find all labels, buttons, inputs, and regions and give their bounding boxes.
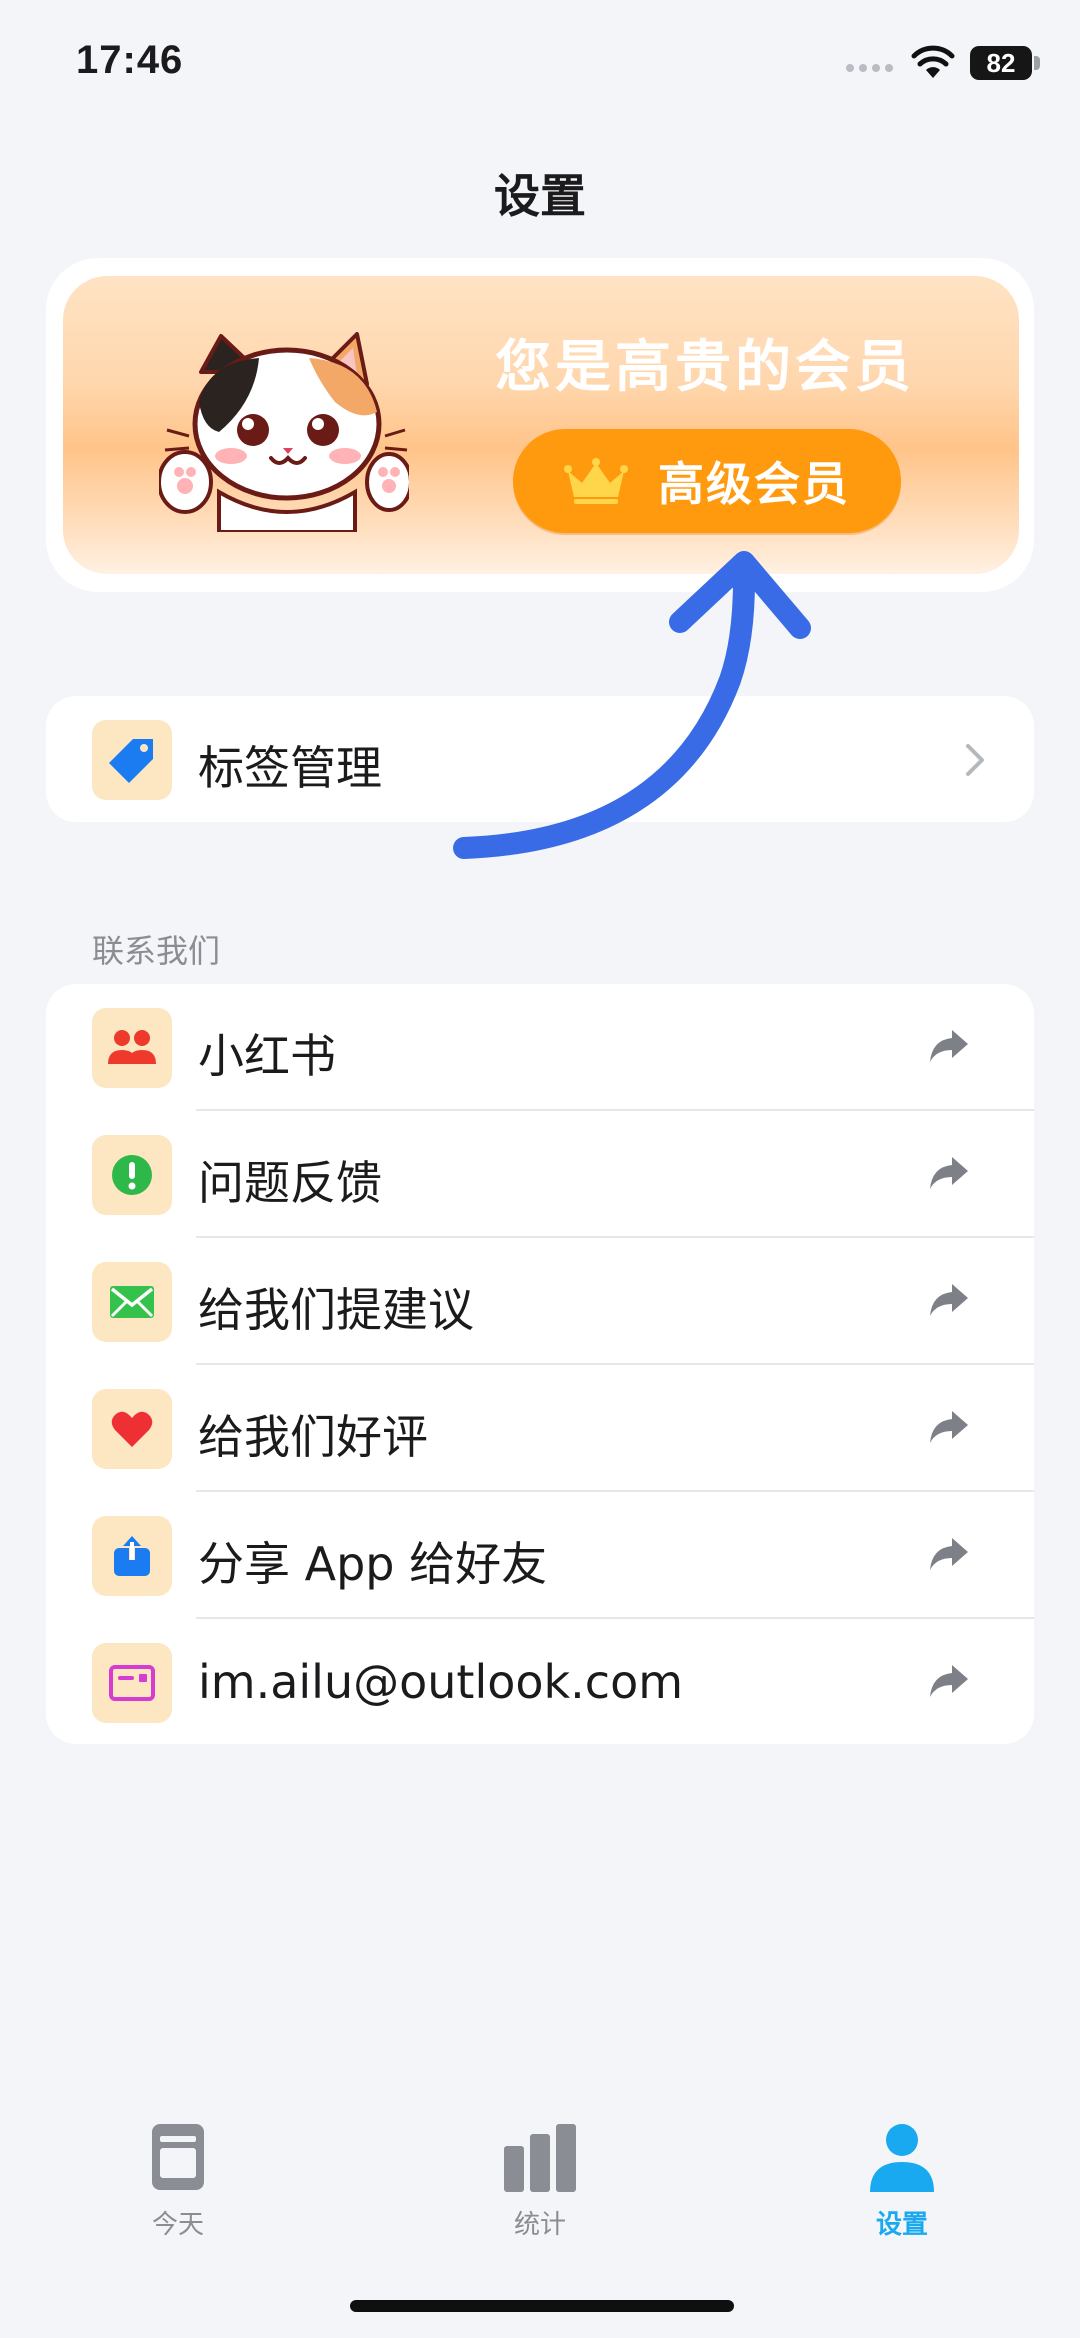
- member-title: 您是高贵的会员: [495, 335, 915, 400]
- contact-label: 给我们提建议: [198, 1283, 474, 1337]
- contact-section-header: 联系我们: [92, 932, 221, 970]
- share-arrow-icon: [930, 1030, 968, 1062]
- cellular-signal-icon: [846, 64, 896, 74]
- share-arrow-icon: [930, 1157, 968, 1189]
- contact-row-email[interactable]: im.ailu@outlook.com: [46, 1619, 1034, 1746]
- share-arrow-icon: [930, 1411, 968, 1443]
- contact-label: 问题反馈: [198, 1156, 382, 1210]
- contact-card: 小红书 问题反馈 给我们提建议 给我们好评 分享 App 给好友 im.ailu…: [46, 984, 1034, 1744]
- share-arrow-icon: [930, 1284, 968, 1316]
- heart-icon: [111, 1411, 153, 1447]
- mail-card-icon-tile: [92, 1643, 172, 1723]
- chevron-right-icon: [966, 744, 984, 776]
- person-icon: [870, 2124, 934, 2192]
- battery-cap: [1034, 56, 1040, 70]
- contact-label: 给我们好评: [198, 1410, 428, 1464]
- heart-icon-tile: [92, 1389, 172, 1469]
- contact-label: 分享 App 给好友: [198, 1537, 548, 1591]
- tab-today[interactable]: 今天: [78, 2118, 278, 2241]
- annotation-arrow: [453, 551, 811, 859]
- share-icon-tile: [92, 1516, 172, 1596]
- contact-row-share-app[interactable]: 分享 App 给好友: [46, 1492, 1034, 1619]
- contact-row-suggestion[interactable]: 给我们提建议: [46, 1238, 1034, 1365]
- premium-member-label: 高级会员: [658, 457, 850, 511]
- tab-label: 设置: [875, 2210, 928, 2240]
- share-icon: [114, 1536, 150, 1576]
- crown-icon: [564, 458, 628, 504]
- people-icon: [108, 1030, 156, 1064]
- share-arrow-icon: [930, 1665, 968, 1697]
- tab-label: 今天: [151, 2210, 204, 2240]
- envelope-icon: [110, 1286, 154, 1318]
- exclamation-icon-tile: [92, 1135, 172, 1215]
- status-time: 17:46: [76, 38, 184, 82]
- contact-row-feedback[interactable]: 问题反馈: [46, 1111, 1034, 1238]
- member-card[interactable]: [63, 276, 1019, 574]
- tag-icon: [109, 739, 153, 783]
- home-indicator: [350, 2300, 734, 2312]
- tab-label: 统计: [513, 2210, 566, 2240]
- mail-card-icon: [109, 1665, 155, 1701]
- cat-mascot-icon: [159, 332, 409, 532]
- contact-row-xiaohongshu[interactable]: 小红书: [46, 984, 1034, 1111]
- contact-row-review[interactable]: 给我们好评: [46, 1365, 1034, 1492]
- tab-settings[interactable]: 设置: [802, 2118, 1002, 2241]
- page-title: 设置: [494, 169, 586, 223]
- tab-stats[interactable]: 统计: [440, 2118, 640, 2241]
- bar-chart-icon: [504, 2124, 576, 2192]
- contact-label: im.ailu@outlook.com: [198, 1655, 684, 1709]
- share-arrow-icon: [930, 1538, 968, 1570]
- envelope-icon-tile: [92, 1262, 172, 1342]
- tag-management-label: 标签管理: [198, 741, 382, 795]
- tag-icon-tile: [92, 720, 172, 800]
- premium-member-button[interactable]: 高级会员: [513, 429, 901, 533]
- calendar-icon: [152, 2124, 204, 2190]
- wifi-icon: [911, 45, 955, 78]
- people-icon-tile: [92, 1008, 172, 1088]
- exclamation-circle-icon: [112, 1155, 152, 1195]
- contact-label: 小红书: [198, 1029, 336, 1083]
- battery-icon: 82: [970, 46, 1032, 80]
- battery-level: 82: [986, 47, 1016, 78]
